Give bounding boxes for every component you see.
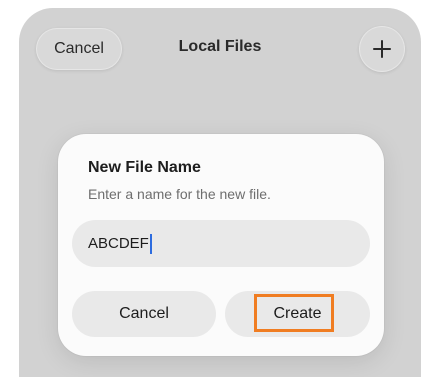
create-button[interactable]: Create <box>225 291 370 337</box>
text-caret <box>149 233 152 254</box>
dialog-message: Enter a name for the new file. <box>88 186 271 202</box>
file-name-input[interactable]: ABCDEF <box>72 220 370 267</box>
nav-cancel-button[interactable]: Cancel <box>36 28 122 70</box>
file-name-value: ABCDEF <box>88 235 149 252</box>
plus-icon <box>373 40 391 58</box>
nav-cancel-label: Cancel <box>54 40 104 57</box>
add-file-button[interactable] <box>359 26 405 72</box>
create-label: Create <box>273 305 322 322</box>
dialog-cancel-label: Cancel <box>119 305 169 322</box>
dialog-cancel-button[interactable]: Cancel <box>72 291 216 337</box>
new-file-dialog: New File Name Enter a name for the new f… <box>58 134 384 356</box>
screen: Cancel Local Files New File Name Enter a… <box>0 0 429 377</box>
page-title: Local Files <box>178 38 262 55</box>
dialog-title: New File Name <box>88 159 201 176</box>
